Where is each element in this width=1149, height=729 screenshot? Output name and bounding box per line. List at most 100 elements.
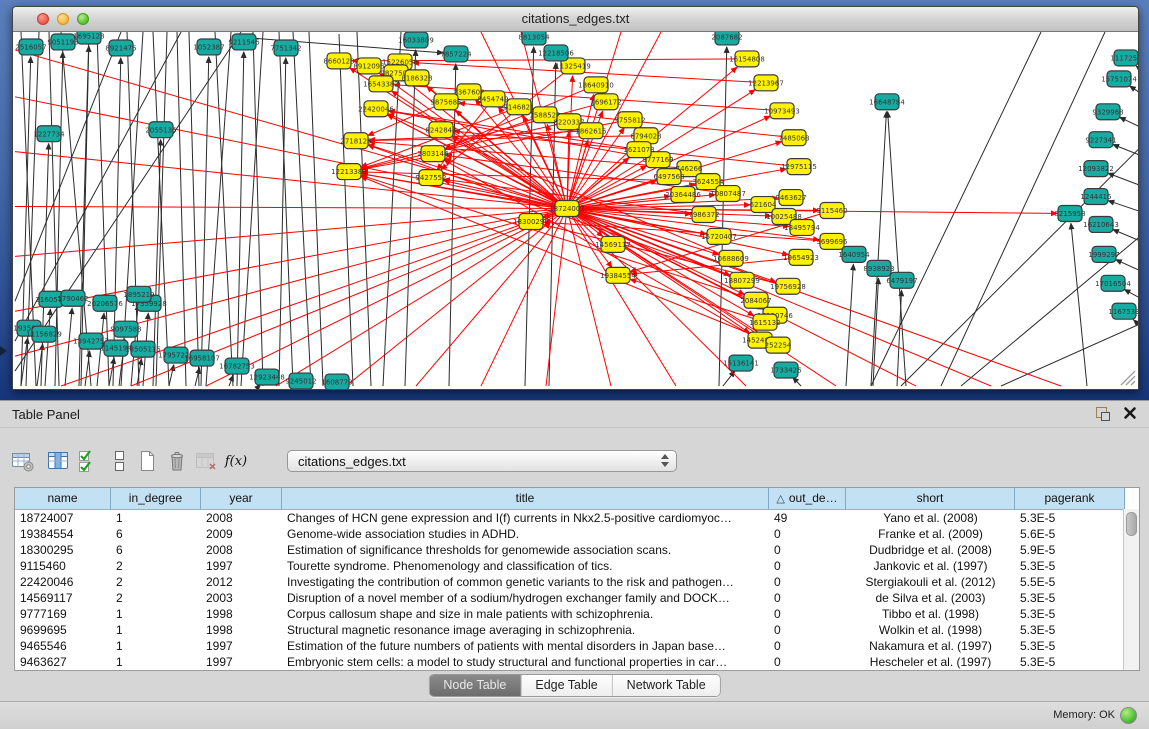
tab-node-table[interactable]: Node Table [429,675,521,696]
table-row[interactable]: 946554611997Estimation of the future num… [15,638,1139,654]
column-header-title[interactable]: title [282,488,769,509]
scrollbar-thumb[interactable] [1126,512,1137,536]
graph-node[interactable]: 9227341 [1085,132,1116,148]
table-row[interactable]: 1872400712008Changes of HCN gene express… [15,510,1139,526]
graph-node[interactable]: 8215958 [1054,206,1085,222]
graph-node[interactable]: 1244415 [1080,189,1111,205]
column-header-pagerank[interactable]: pagerank [1015,488,1125,509]
graph-node[interactable]: 16782753 [219,358,255,374]
graph-node[interactable]: 19654923 [783,249,819,265]
sort-ascending-icon: △ [776,489,784,509]
graph-node[interactable]: 1615132 [749,314,780,330]
column-header-out_de[interactable]: △out_de… [769,488,846,509]
graph-node[interactable]: 1227734 [33,126,65,142]
graph-node[interactable]: 2087682 [711,32,742,45]
graph-node[interactable]: 1695128 [73,32,104,44]
graph-node[interactable]: 2718126 [340,133,371,149]
graph-node[interactable]: 8921475 [105,40,136,56]
table-row[interactable]: 1938455462009Genome-wide association stu… [15,526,1139,542]
graph-node[interactable]: 1895219 [123,286,154,302]
graph-node[interactable]: 1167533 [1108,303,1138,319]
column-visibility-icon[interactable] [45,447,73,475]
graph-node[interactable]: 1862615 [575,123,606,139]
graph-node[interactable]: 7986372 [688,207,719,223]
network-canvas[interactable]: 1872400786601288912095152260589827508165… [13,32,1138,389]
graph-node[interactable]: 13505115 [125,341,161,357]
table-row[interactable]: 977716911998Corpus callosum shape and si… [15,606,1139,622]
graph-node[interactable]: 8242844 [425,122,457,138]
graph-node[interactable]: 9427552 [415,170,446,186]
delete-table-icon[interactable] [193,447,221,475]
table-row[interactable]: 969969511998Structural magnetic resonanc… [15,622,1139,638]
graph-node[interactable]: 7751342 [270,40,301,56]
graph-node[interactable]: 9329968 [1092,104,1123,120]
graph-node[interactable]: 12975115 [781,159,817,175]
graph-node[interactable]: 2055135 [145,122,176,138]
table-row[interactable]: 911546021997Tourette syndrome. Phenomeno… [15,558,1139,574]
graph-node[interactable]: 17016504 [1095,275,1131,291]
column-header-short[interactable]: short [846,488,1015,509]
graph-node[interactable]: 16648784 [869,94,905,110]
float-window-icon[interactable] [1096,407,1111,422]
close-panel-icon[interactable] [1123,406,1137,420]
graph-node[interactable]: 2084067 [740,292,771,308]
graph-node[interactable]: 9097588 [110,321,141,337]
graph-node[interactable]: 1999297 [1088,246,1119,262]
graph-node[interactable]: 15720407 [701,228,737,244]
table-row[interactable]: 1830029562008Estimation of significance … [15,542,1139,558]
graph-node[interactable]: 1052387 [193,39,224,55]
column-header-in_degree[interactable]: in_degree [111,488,201,509]
graph-node[interactable]: 12213389 [331,164,367,180]
window-titlebar[interactable]: citations_edges.txt [13,7,1138,32]
function-builder-icon[interactable]: f(x) [222,447,250,475]
table-row[interactable]: 1456911722003Disruption of a novel membe… [15,590,1139,606]
tab-edge-table[interactable]: Edge Table [521,675,612,696]
graph-node[interactable]: 1621078 [623,142,654,158]
table-row[interactable]: 2242004622012Investigating the contribut… [15,574,1139,590]
table-settings-icon[interactable] [10,447,38,475]
graph-node[interactable]: 1608773 [321,374,352,389]
graph-node[interactable]: 2803144 [417,146,449,162]
column-header-year[interactable]: year [201,488,282,509]
graph-node[interactable]: 19384554 [600,267,636,283]
table-row[interactable]: 946362711997Embryonic stem cells: a mode… [15,654,1139,670]
graph-node[interactable]: 12213967 [748,75,784,91]
graph-node[interactable]: 8186328 [401,70,432,86]
graph-node[interactable]: 16033809 [398,32,434,48]
graph-node[interactable]: 20206576 [87,295,123,311]
graph-node[interactable]: 252254 [765,337,792,353]
graph-node[interactable]: 9755812 [614,112,645,128]
graph-node[interactable]: 2516057 [15,39,46,55]
column-header-name[interactable]: name [15,488,111,509]
graph-node[interactable]: 9875685 [430,94,461,110]
new-table-icon[interactable] [134,447,162,475]
graph-node[interactable]: 8660128 [323,53,354,69]
row-selection-icon[interactable] [76,447,104,475]
graph-node[interactable]: 6497568 [653,169,684,185]
graph-node[interactable]: 1696172 [590,94,621,110]
delete-rows-icon[interactable] [164,447,192,475]
graph-node[interactable]: 8938923 [863,260,894,276]
graph-node[interactable]: 1117254 [1110,50,1138,66]
memory-ok-indicator[interactable] [1120,707,1137,724]
graph-node[interactable]: 7857224 [440,46,472,62]
graph-node[interactable]: 12093822 [1078,161,1114,177]
graph-node[interactable]: 9463627 [775,190,806,206]
cell-split-icon[interactable] [106,447,134,475]
tab-network-table[interactable]: Network Table [613,675,720,696]
splitter-arrow-icon[interactable] [0,346,7,356]
graph-node[interactable]: 6479197 [886,272,917,288]
resize-grip-icon[interactable] [1121,371,1135,385]
table-scrollbar[interactable] [1123,509,1139,670]
graph-node[interactable]: 15751074 [1101,71,1137,87]
graph-node[interactable]: 7485063 [778,130,809,146]
table-selector-dropdown[interactable]: citations_edges.txt [287,450,677,472]
graph-node[interactable]: 1640954 [838,246,870,262]
graph-node[interactable]: 1733426 [770,362,801,378]
graph-node[interactable]: 8813054 [518,32,550,45]
graph-node[interactable]: 9245012 [285,373,316,389]
graph-node[interactable]: 1790462 [57,290,88,306]
graph-node[interactable]: 9211546 [228,34,259,50]
graph-node[interactable]: 9115460 [816,203,847,219]
graph-node[interactable]: 16154808 [729,51,765,67]
